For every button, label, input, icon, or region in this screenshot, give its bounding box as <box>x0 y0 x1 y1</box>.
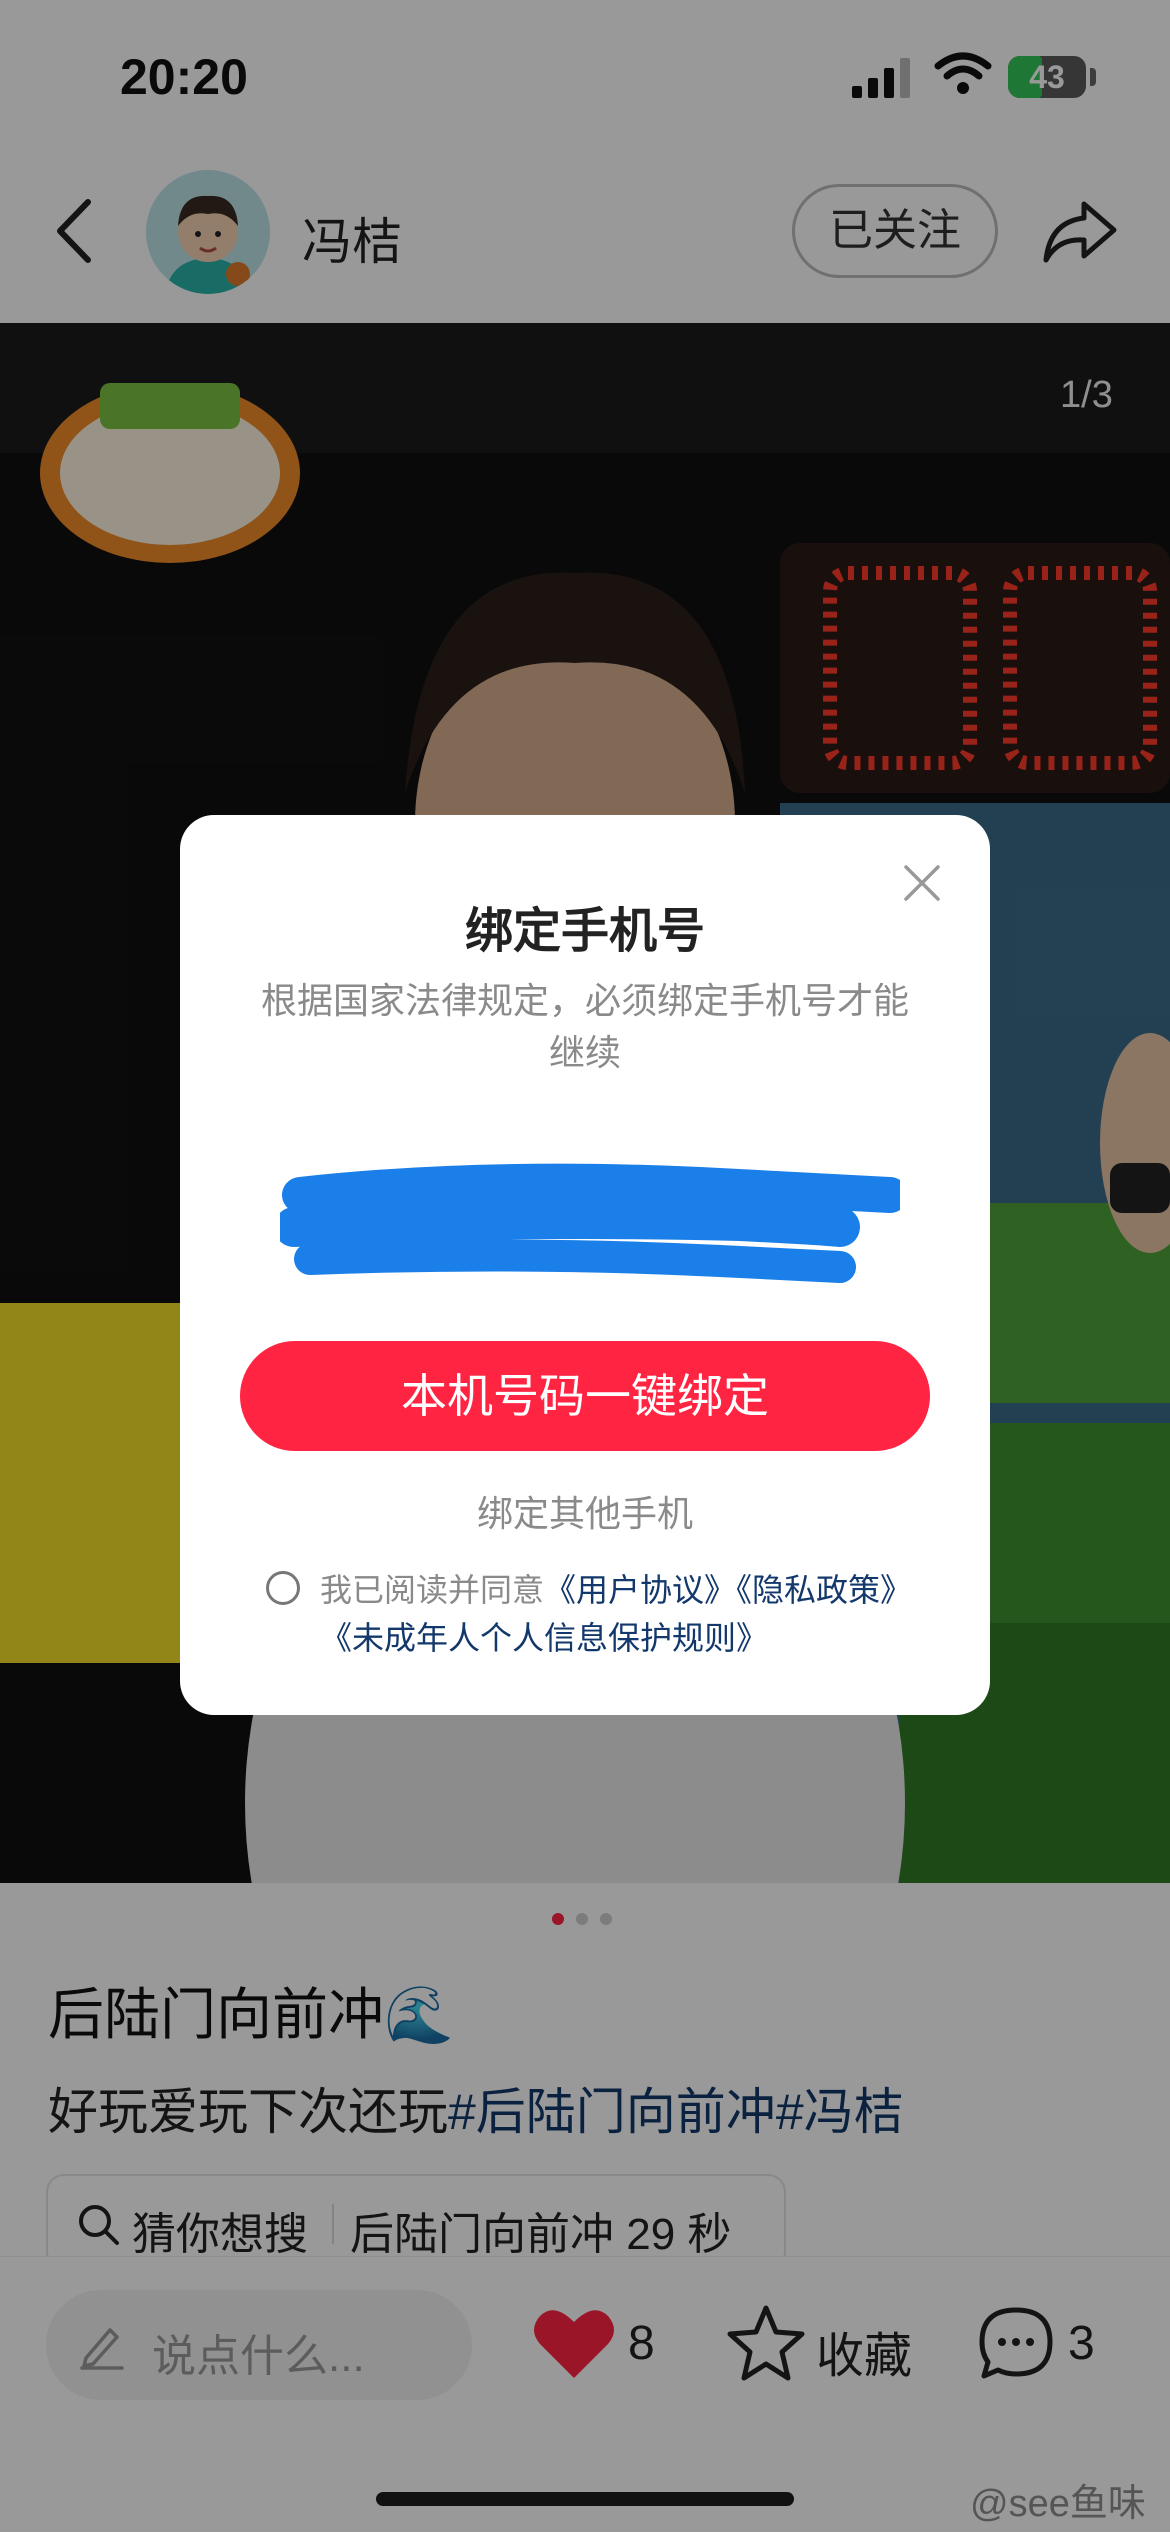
watermark: @see鱼味 <box>970 2483 1146 2525</box>
privacy-policy-link[interactable]: 《隐私政策》 <box>736 1572 912 1608</box>
user-agreement-link[interactable]: 《用户协议》 <box>544 1572 736 1608</box>
dialog-title: 绑定手机号 <box>464 905 705 958</box>
minor-protection-link[interactable]: 《未成年人个人信息保护规则》 <box>320 1620 768 1656</box>
bind-other-phone-link[interactable]: 绑定其他手机 <box>180 1485 990 1537</box>
agreement-checkbox[interactable] <box>266 1571 300 1605</box>
dialog-description: 根据国家法律规定，必须绑定手机号才能继续 <box>260 980 909 1073</box>
home-indicator <box>376 2492 794 2506</box>
redaction-scribble <box>280 1163 900 1283</box>
agreement-text-line2: 《未成年人个人信息保护规则》 <box>320 1613 768 1659</box>
bind-phone-dialog: 绑定手机号 根据国家法律规定，必须绑定手机号才能继续 本机号码一键绑定 绑定其他… <box>180 815 990 1715</box>
agreement-prefix: 我已阅读并同意 <box>320 1572 545 1608</box>
agreement-text: 我已阅读并同意《用户协议》《隐私政策》 <box>320 1565 912 1611</box>
one-tap-bind-button[interactable]: 本机号码一键绑定 <box>240 1341 930 1451</box>
